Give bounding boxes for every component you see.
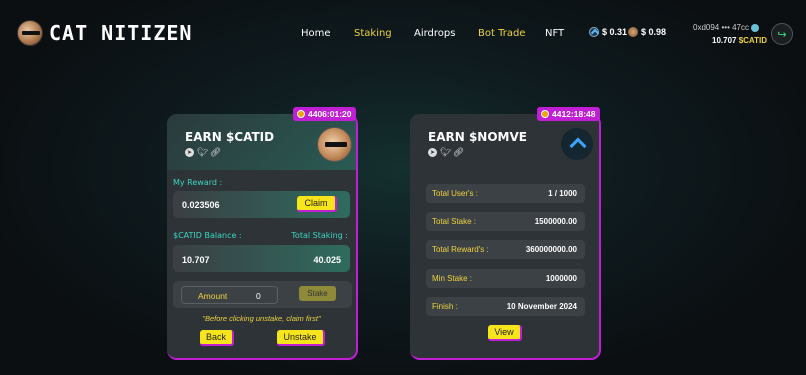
social-links: ➤ 🐦︎ 🔗︎ xyxy=(428,147,464,157)
logout-icon: ↪ xyxy=(777,28,787,41)
unstake-button[interactable]: Unstake xyxy=(277,330,325,346)
catid-staking-card: 4406:01:20 EARN $CATID ➤ 🐦︎ 🔗︎ My Reward… xyxy=(167,107,358,360)
my-reward-label: My Reward : xyxy=(173,178,223,187)
view-button[interactable]: View xyxy=(488,325,522,341)
wallet-address-text: 0xd094 ••• 47cc xyxy=(693,23,749,32)
top-navbar: CAT NITIZEN Home Staking Airdrops Bot Tr… xyxy=(0,0,806,70)
info-value: 10 November 2024 xyxy=(506,302,577,311)
twitter-icon[interactable]: 🐦︎ xyxy=(440,147,451,157)
social-links: ➤ 🐦︎ 🔗︎ xyxy=(185,147,221,157)
info-row-total-rewards: Total Reward's : 360000000.00 xyxy=(426,240,585,259)
back-button[interactable]: Back xyxy=(200,330,234,346)
balance-field: 10.707 40.025 xyxy=(173,245,350,272)
info-label: Total User's : xyxy=(432,189,478,198)
catid-price: $ 0.98 xyxy=(628,27,666,37)
telegram-icon[interactable]: ➤ xyxy=(185,148,194,157)
telegram-icon[interactable]: ➤ xyxy=(428,148,437,157)
amount-value: 0 xyxy=(256,291,261,301)
info-row-min-stake: Min Stake : 1000000 xyxy=(426,269,585,288)
catid-balance-label: $CATID Balance : xyxy=(173,231,242,240)
timer-value: 4412:18:48 xyxy=(552,109,596,119)
reward-field: 0.023506 Claim xyxy=(173,191,350,218)
info-label: Total Stake : xyxy=(432,217,477,226)
link-icon[interactable]: 🔗︎ xyxy=(210,147,221,157)
nav-airdrops[interactable]: Airdrops xyxy=(414,28,455,39)
unstake-note: "Before clicking unstake, claim first" xyxy=(202,314,321,323)
alarm-clock-icon xyxy=(297,110,305,118)
stake-form: Amount 0 Stake xyxy=(173,281,352,308)
wallet-address[interactable]: 0xd094 ••• 47cc xyxy=(693,23,759,32)
nomve-coin-icon xyxy=(589,27,599,37)
nomve-price-value: $ 0.31 xyxy=(602,27,628,37)
cat-logo-icon[interactable] xyxy=(17,20,43,46)
info-label: Min Stake : xyxy=(432,274,473,283)
info-value: 1000000 xyxy=(545,274,577,283)
alarm-clock-icon xyxy=(541,110,549,118)
brand-name[interactable]: CAT NITIZEN xyxy=(49,21,192,45)
info-label: Finish : xyxy=(432,302,458,311)
countdown-timer: 4412:18:48 xyxy=(537,107,601,121)
total-staking-value: 40.025 xyxy=(313,255,341,265)
catid-coin-icon xyxy=(628,27,638,37)
link-icon[interactable]: 🔗︎ xyxy=(453,147,464,157)
amount-input[interactable]: Amount 0 xyxy=(181,286,278,304)
info-label: Total Reward's : xyxy=(432,245,489,254)
wallet-balance-value: 10.707 xyxy=(712,36,737,45)
countdown-timer: 4406:01:20 xyxy=(293,107,357,121)
wallet-verified-icon xyxy=(751,23,759,32)
reward-value: 0.023506 xyxy=(182,200,220,210)
info-row-total-stake: Total Stake : 1500000.00 xyxy=(426,212,585,231)
card-title: EARN $CATID xyxy=(185,130,275,144)
catid-price-value: $ 0.98 xyxy=(641,27,667,37)
amount-label: Amount xyxy=(198,291,228,301)
nav-staking[interactable]: Staking xyxy=(354,28,392,39)
info-value: 1 / 1000 xyxy=(548,189,577,198)
info-value: 360000000.00 xyxy=(525,245,577,254)
claim-button[interactable]: Claim xyxy=(297,196,337,212)
nav-home[interactable]: Home xyxy=(301,28,331,39)
nomve-staking-card: 4412:18:48 EARN $NOMVE ➤ 🐦︎ 🔗︎ Total Use… xyxy=(410,107,601,360)
card-title: EARN $NOMVE xyxy=(428,130,527,144)
wallet-balance: 10.707 $CATID xyxy=(712,36,767,45)
nomve-price: $ 0.31 xyxy=(589,27,627,37)
catid-balance-value: 10.707 xyxy=(182,255,210,265)
nav-nft[interactable]: NFT xyxy=(545,28,564,39)
info-row-total-users: Total User's : 1 / 1000 xyxy=(426,184,585,203)
twitter-icon[interactable]: 🐦︎ xyxy=(197,147,208,157)
timer-value: 4406:01:20 xyxy=(308,109,352,119)
cat-avatar xyxy=(317,127,352,162)
logout-button[interactable]: ↪ xyxy=(771,23,793,45)
wallet-balance-token: $CATID xyxy=(738,36,767,45)
nav-bot-trade[interactable]: Bot Trade xyxy=(478,28,525,39)
stake-button[interactable]: Stake xyxy=(299,286,336,301)
info-value: 1500000.00 xyxy=(534,217,577,226)
total-staking-label: Total Staking : xyxy=(291,231,348,240)
info-row-finish: Finish : 10 November 2024 xyxy=(426,297,585,316)
nomve-logo-icon xyxy=(560,127,594,161)
